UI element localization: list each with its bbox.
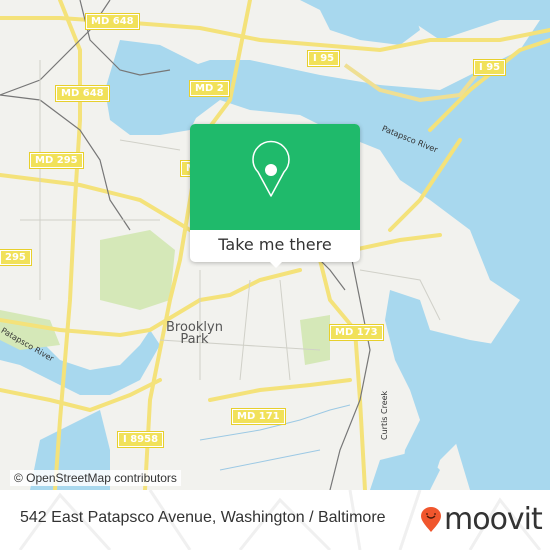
road-shield-md171: MD 171 [231, 408, 286, 425]
moovit-logo[interactable]: moovit [420, 502, 543, 538]
place-label-brooklyn-park: Brooklyn Park [166, 320, 223, 347]
map-pin-icon [252, 140, 290, 197]
water-harbor-top [300, 0, 420, 45]
popup-tail [268, 260, 284, 268]
road-shield-md648-top: MD 648 [85, 13, 140, 30]
park-cherry-hill [100, 230, 175, 310]
moovit-wordmark: moovit [444, 502, 543, 537]
footer: 542 East Patapsco Avenue, Washington / B… [0, 490, 550, 550]
take-me-there-popup[interactable]: Take me there [190, 124, 360, 268]
place-label-curtis-creek: Curtis Creek [380, 390, 389, 440]
map[interactable]: MD 648 MD 648 MD 2 I 95 I 95 MD 295 295 … [0, 0, 550, 490]
road-shield-md648-left: MD 648 [55, 85, 110, 102]
road-shield-md173: MD 173 [329, 324, 384, 341]
road-shield-md2: MD 2 [189, 80, 230, 97]
address-text: 542 East Patapsco Avenue, Washington / B… [20, 509, 386, 526]
park-brooklyn [300, 315, 330, 365]
road-shield-md295: MD 295 [29, 152, 84, 169]
popup-header[interactable] [190, 124, 360, 230]
road-shield-295: 295 [0, 249, 32, 266]
road-shield-i8958: I 8958 [116, 431, 165, 448]
take-me-there-button[interactable]: Take me there [190, 230, 360, 262]
road-shield-i95-right: I 95 [472, 59, 507, 76]
map-attribution[interactable]: © OpenStreetMap contributors [10, 470, 181, 486]
road-shield-i95-mid: I 95 [306, 50, 341, 67]
moovit-pin-icon [421, 507, 441, 532]
